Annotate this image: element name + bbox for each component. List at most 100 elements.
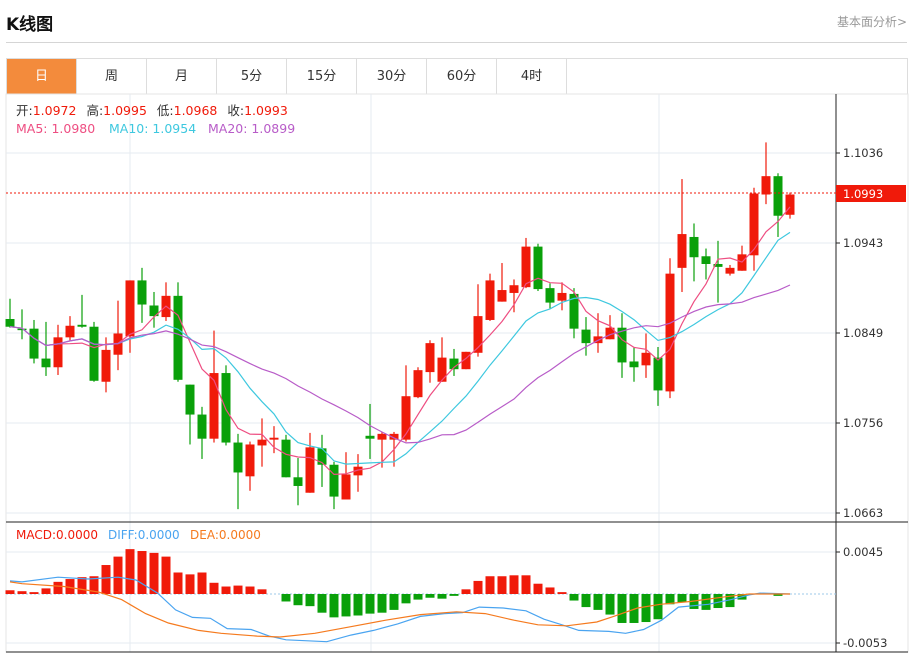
candle-up bbox=[245, 444, 255, 477]
macd-bar bbox=[293, 594, 303, 606]
macd-bar bbox=[437, 594, 447, 599]
current-price-label: 1.0993 bbox=[843, 187, 883, 201]
macd-bar bbox=[233, 585, 243, 594]
macd-bar bbox=[461, 589, 471, 594]
macd-bar bbox=[137, 551, 147, 594]
candle-up bbox=[101, 349, 111, 382]
candle-down bbox=[233, 442, 243, 473]
macd-legend: MACD:0.0000 DIFF:0.0000 DEA:0.0000 bbox=[16, 528, 261, 542]
ma10-value: MA10: 1.0954 bbox=[109, 121, 196, 136]
candle-up bbox=[497, 290, 507, 302]
macd-bar bbox=[497, 576, 507, 594]
macd-bar bbox=[29, 592, 39, 594]
candle-down bbox=[281, 439, 291, 478]
macd-bar bbox=[521, 575, 531, 594]
price-tick: 1.0663 bbox=[843, 506, 883, 520]
candle-up bbox=[413, 370, 423, 398]
candle-up bbox=[485, 280, 495, 320]
candle-down bbox=[581, 329, 591, 344]
macd-bar bbox=[545, 587, 555, 594]
macd-bar bbox=[413, 594, 423, 600]
candle-down bbox=[173, 295, 183, 380]
candle-down bbox=[197, 414, 207, 439]
candle-down bbox=[533, 246, 543, 290]
candle-down bbox=[89, 326, 99, 381]
macd-bar bbox=[581, 594, 591, 608]
candle-down bbox=[365, 435, 375, 439]
macd-bar bbox=[425, 594, 435, 598]
candle-down bbox=[293, 477, 303, 486]
candle-down bbox=[629, 361, 639, 368]
candles bbox=[5, 142, 795, 510]
macd-bar bbox=[209, 582, 219, 594]
price-tick: 1.1036 bbox=[843, 146, 883, 160]
candle-up bbox=[749, 193, 759, 256]
macd-bar bbox=[341, 594, 351, 617]
macd-bar bbox=[185, 574, 195, 594]
candle-up bbox=[557, 292, 567, 301]
candle-down bbox=[185, 384, 195, 415]
macd-tick: 0.0045 bbox=[843, 545, 883, 559]
ma5-value: MA5: 1.0980 bbox=[16, 121, 95, 136]
macd-bar bbox=[557, 592, 567, 594]
macd-bar bbox=[125, 549, 135, 594]
candle-down bbox=[5, 319, 15, 327]
candle-up bbox=[65, 325, 75, 338]
macd-bar bbox=[509, 575, 519, 594]
macd-bar bbox=[197, 572, 207, 594]
candle-up bbox=[209, 373, 219, 439]
candle-up bbox=[269, 437, 279, 440]
candle-up bbox=[305, 447, 315, 493]
candle-up bbox=[665, 273, 675, 392]
macd-bar bbox=[77, 577, 87, 594]
macd-bar bbox=[485, 576, 495, 594]
macd-bar bbox=[173, 572, 183, 594]
macd-bar bbox=[533, 583, 543, 594]
kline-chart[interactable]: 1.0993 1.1036 1.0943 1.0849 1.0756 1.066… bbox=[0, 0, 913, 655]
candle-up bbox=[377, 433, 387, 440]
macd-bar bbox=[377, 594, 387, 613]
macd-bar bbox=[5, 590, 15, 594]
macd-bar bbox=[353, 594, 363, 616]
macd-bar bbox=[365, 594, 375, 614]
macd-bar bbox=[257, 589, 267, 594]
macd-bar bbox=[329, 594, 339, 618]
macd-bar bbox=[245, 586, 255, 594]
macd-bar bbox=[449, 594, 459, 596]
macd-bar bbox=[473, 580, 483, 594]
candle-down bbox=[545, 288, 555, 303]
ma-legend: MA5: 1.0980 MA10: 1.0954 MA20: 1.0899 bbox=[16, 121, 295, 136]
candle-down bbox=[29, 328, 39, 359]
price-tick: 1.0943 bbox=[843, 236, 883, 250]
candle-up bbox=[125, 280, 135, 337]
macd-bar bbox=[17, 591, 27, 594]
macd-bar bbox=[41, 588, 51, 594]
candle-up bbox=[641, 352, 651, 366]
macd-bar bbox=[389, 594, 399, 610]
candle-up bbox=[53, 337, 63, 368]
macd-bar bbox=[305, 594, 315, 607]
price-tick: 1.0756 bbox=[843, 416, 883, 430]
macd-bar bbox=[53, 581, 63, 594]
macd-bar bbox=[605, 594, 615, 615]
candle-down bbox=[617, 327, 627, 363]
macd-bar bbox=[281, 594, 291, 602]
macd-bar bbox=[641, 594, 651, 623]
candle-down bbox=[701, 256, 711, 264]
candle-down bbox=[77, 324, 87, 327]
macd-bar bbox=[161, 556, 171, 594]
macd-bar bbox=[617, 594, 627, 623]
candle-up bbox=[341, 474, 351, 500]
candle-up bbox=[257, 439, 267, 446]
macd-tick: -0.0053 bbox=[843, 636, 887, 650]
macd-bar bbox=[569, 594, 579, 601]
macd-bar bbox=[677, 594, 687, 603]
candle-down bbox=[773, 176, 783, 216]
candle-up bbox=[425, 343, 435, 373]
candle-up bbox=[521, 246, 531, 288]
macd-bar bbox=[113, 556, 123, 594]
macd-bar bbox=[101, 565, 111, 594]
candle-up bbox=[785, 194, 795, 215]
candle-down bbox=[41, 358, 51, 368]
candle-down bbox=[653, 357, 663, 391]
